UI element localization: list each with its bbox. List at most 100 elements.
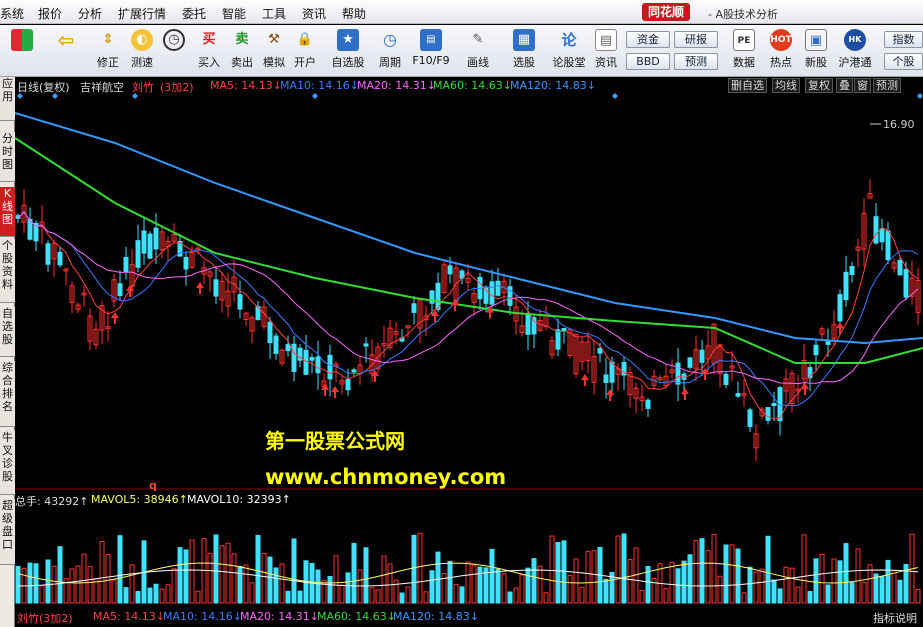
volume-bar — [741, 592, 747, 604]
menu-tools[interactable]: 工具 — [262, 5, 286, 22]
lock-icon: 🔒 — [296, 32, 314, 47]
candle-body — [57, 251, 63, 266]
volume-bar — [519, 574, 525, 604]
volume-bar — [123, 587, 129, 604]
tab-ranking[interactable]: 综合排名 — [0, 361, 15, 427]
hk-connect-button[interactable]: HK 沪港通 — [836, 27, 874, 75]
menu-system[interactable]: 系统 — [0, 5, 24, 22]
menu-help[interactable]: 帮助 — [342, 5, 366, 22]
clock-tool-button[interactable]: ◷ — [158, 27, 190, 75]
watchlist-button[interactable]: ★ 自选股 — [330, 27, 366, 75]
candle-body — [135, 240, 141, 268]
ma60-value: MA60: 14.63↓ — [433, 79, 512, 92]
volume-bar — [273, 567, 279, 604]
discuss-icon: 论 — [561, 31, 577, 49]
brand-logo: 同花顺 — [642, 3, 691, 21]
draw-line-label: 画线 — [467, 56, 489, 69]
indicator-help-link[interactable]: 指标说明 — [873, 610, 917, 626]
ma-button[interactable]: 均线 — [772, 78, 800, 93]
buy-icon: 买 — [202, 32, 216, 47]
adjusted-button[interactable]: 复权 — [805, 78, 833, 93]
tab-stock-profile[interactable]: 个股资料 — [0, 239, 15, 303]
adjust-icon: ⇕ — [102, 32, 114, 47]
f10-button[interactable]: ▤ F10/F9 — [412, 27, 450, 75]
sell-button[interactable]: 卖 卖出 — [226, 27, 258, 75]
volume-bar — [717, 575, 723, 604]
candle-body — [141, 230, 147, 254]
data-button[interactable]: PE 数据 — [728, 27, 760, 75]
tab-diagnosis[interactable]: 牛叉诊股 — [0, 431, 15, 495]
menu-news[interactable]: 资讯 — [302, 5, 326, 22]
volume-bar — [129, 564, 135, 604]
menu-quote[interactable]: 报价 — [38, 5, 62, 22]
candle-body — [903, 269, 909, 298]
buy-signal-arrow — [331, 386, 339, 398]
volume-bar — [495, 568, 501, 604]
predict-button[interactable]: 预测 — [873, 78, 901, 93]
menu-extended-market[interactable]: 扩展行情 — [118, 5, 166, 22]
forecast-button[interactable]: 预测 — [674, 53, 718, 70]
tab-intraday[interactable]: 分时图 — [0, 132, 15, 182]
simulate-button[interactable]: ⚒ 模拟 — [258, 27, 290, 75]
volume-bar — [75, 565, 81, 604]
index-button[interactable]: 指数 — [884, 31, 923, 48]
volume-bar — [567, 574, 573, 604]
draw-line-button[interactable]: ✎ 画线 — [462, 27, 494, 75]
news-button[interactable]: ▤ 资讯 — [590, 27, 622, 75]
kline-chart[interactable]: 16.90 — [15, 93, 923, 610]
adjust-button[interactable]: ⇕ 修正 — [92, 27, 124, 75]
menu-smart[interactable]: 智能 — [222, 5, 246, 22]
toolbar: ⇦ ⇕ 修正 ◐ 测速 ◷ 买 买入 卖 卖出 ⚒ 模拟 🔒 开户 ★ 自选股 … — [0, 25, 923, 77]
candle-body — [885, 230, 891, 261]
funds-button[interactable]: 资金 — [626, 31, 670, 48]
back-button[interactable]: ⇦ — [50, 27, 82, 75]
ma120-value: MA120: 14.83↓ — [510, 79, 596, 92]
hot-button[interactable]: HOT 热点 — [765, 27, 797, 75]
bbd-button[interactable]: BBD — [626, 53, 670, 70]
watchlist-label: 自选股 — [331, 56, 365, 69]
single-stock-button[interactable]: 个股 — [884, 53, 923, 70]
volume-bar — [255, 534, 261, 604]
high-price-label: 16.90 — [883, 118, 915, 131]
candle-body — [603, 374, 609, 383]
volume-bar — [315, 569, 321, 604]
signal-marker: q — [149, 479, 157, 492]
volume-bar — [207, 552, 213, 604]
bottom-ma5: MA5: 14.13↓ — [93, 610, 165, 623]
price-pane — [15, 93, 923, 462]
volume-bar — [849, 582, 855, 604]
buy-button[interactable]: 买 买入 — [193, 27, 225, 75]
volume-bar — [705, 550, 711, 604]
layout-button[interactable] — [6, 27, 38, 75]
left-tab-strip: 应用 分时图 K线图 个股资料 自选股 综合排名 牛叉诊股 超级盘口 — [0, 77, 15, 627]
candle-body — [45, 243, 51, 265]
forum-button[interactable]: 论 论股堂 — [550, 27, 588, 75]
overlay-button[interactable]: 叠 — [836, 78, 853, 93]
stock-select-button[interactable]: ▦ 选股 — [508, 27, 540, 75]
period-button[interactable]: ◷ 周期 — [374, 27, 406, 75]
tab-apps[interactable]: 应用 — [0, 77, 15, 121]
menu-analysis[interactable]: 分析 — [78, 5, 102, 22]
volume-bar — [747, 566, 753, 604]
tab-kline[interactable]: K线图 — [0, 187, 15, 237]
speed-test-button[interactable]: ◐ 测速 — [126, 27, 158, 75]
candle-body — [327, 354, 333, 380]
remove-watchlist-button[interactable]: 删自选 — [728, 78, 767, 93]
speed-test-label: 测速 — [131, 56, 153, 69]
hk-connect-label: 沪港通 — [838, 56, 872, 69]
tab-watchlist[interactable]: 自选股 — [0, 307, 15, 357]
menu-trade[interactable]: 委托 — [182, 5, 206, 22]
tab-order-book[interactable]: 超级盘口 — [0, 499, 15, 565]
window-button[interactable]: 窗 — [854, 78, 871, 93]
research-button[interactable]: 研报 — [674, 31, 718, 48]
volume-bar — [765, 535, 771, 604]
volume-bar — [459, 586, 465, 604]
volume-bar — [297, 590, 303, 604]
open-account-button[interactable]: 🔒 开户 — [289, 27, 321, 75]
candle-body — [675, 362, 681, 385]
event-marker — [312, 93, 318, 99]
clock-icon: ◷ — [163, 29, 185, 51]
volume-bar — [369, 587, 375, 604]
candle-body — [873, 216, 879, 244]
new-stock-button[interactable]: ▣ 新股 — [800, 27, 832, 75]
